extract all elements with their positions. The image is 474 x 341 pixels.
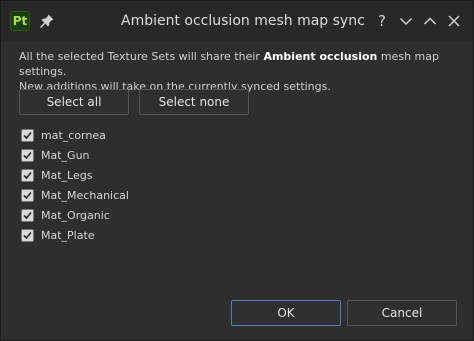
texture-set-label: mat_cornea [41, 128, 106, 142]
texture-set-item[interactable]: Mat_Organic [21, 205, 321, 225]
window-title: Ambient occlusion mesh map sync [121, 13, 365, 29]
cancel-button[interactable]: Cancel [347, 300, 457, 326]
texture-set-item[interactable]: Mat_Gun [21, 145, 321, 165]
texture-set-item[interactable]: mat_cornea [21, 125, 321, 145]
texture-set-label: Mat_Organic [41, 208, 110, 222]
texture-set-item[interactable]: Mat_Mechanical [21, 185, 321, 205]
titlebar[interactable]: Pt Ambient occlusion mesh map sync ? [1, 1, 473, 41]
chevron-down-icon[interactable] [397, 12, 415, 30]
texture-set-label: Mat_Plate [41, 228, 95, 242]
checkbox[interactable] [21, 208, 34, 222]
ok-button[interactable]: OK [231, 300, 341, 326]
pin-icon[interactable] [38, 12, 56, 30]
svg-text:?: ? [378, 12, 386, 30]
checkbox[interactable] [21, 168, 34, 182]
dialog-window: Pt Ambient occlusion mesh map sync ? All… [0, 0, 474, 341]
chevron-up-icon[interactable] [421, 12, 439, 30]
select-none-button[interactable]: Select none [139, 89, 249, 115]
checkbox[interactable] [21, 228, 34, 242]
description-line-1: All the selected Texture Sets will share… [19, 50, 439, 78]
description-text: All the selected Texture Sets will share… [19, 49, 464, 94]
texture-set-label: Mat_Gun [41, 148, 90, 162]
help-icon[interactable]: ? [373, 12, 391, 30]
checkbox[interactable] [21, 188, 34, 202]
select-all-button[interactable]: Select all [19, 89, 129, 115]
checkbox[interactable] [21, 128, 34, 142]
texture-set-label: Mat_Legs [41, 168, 93, 182]
texture-set-list: mat_cornea Mat_Gun Mat_Legs Mat_Mechanic… [21, 125, 321, 245]
description-bold-term: Ambient occlusion [263, 50, 378, 63]
texture-set-item[interactable]: Mat_Legs [21, 165, 321, 185]
close-icon[interactable] [445, 12, 463, 30]
app-logo: Pt [10, 11, 30, 31]
texture-set-label: Mat_Mechanical [41, 188, 129, 202]
checkbox[interactable] [21, 148, 34, 162]
texture-set-item[interactable]: Mat_Plate [21, 225, 321, 245]
